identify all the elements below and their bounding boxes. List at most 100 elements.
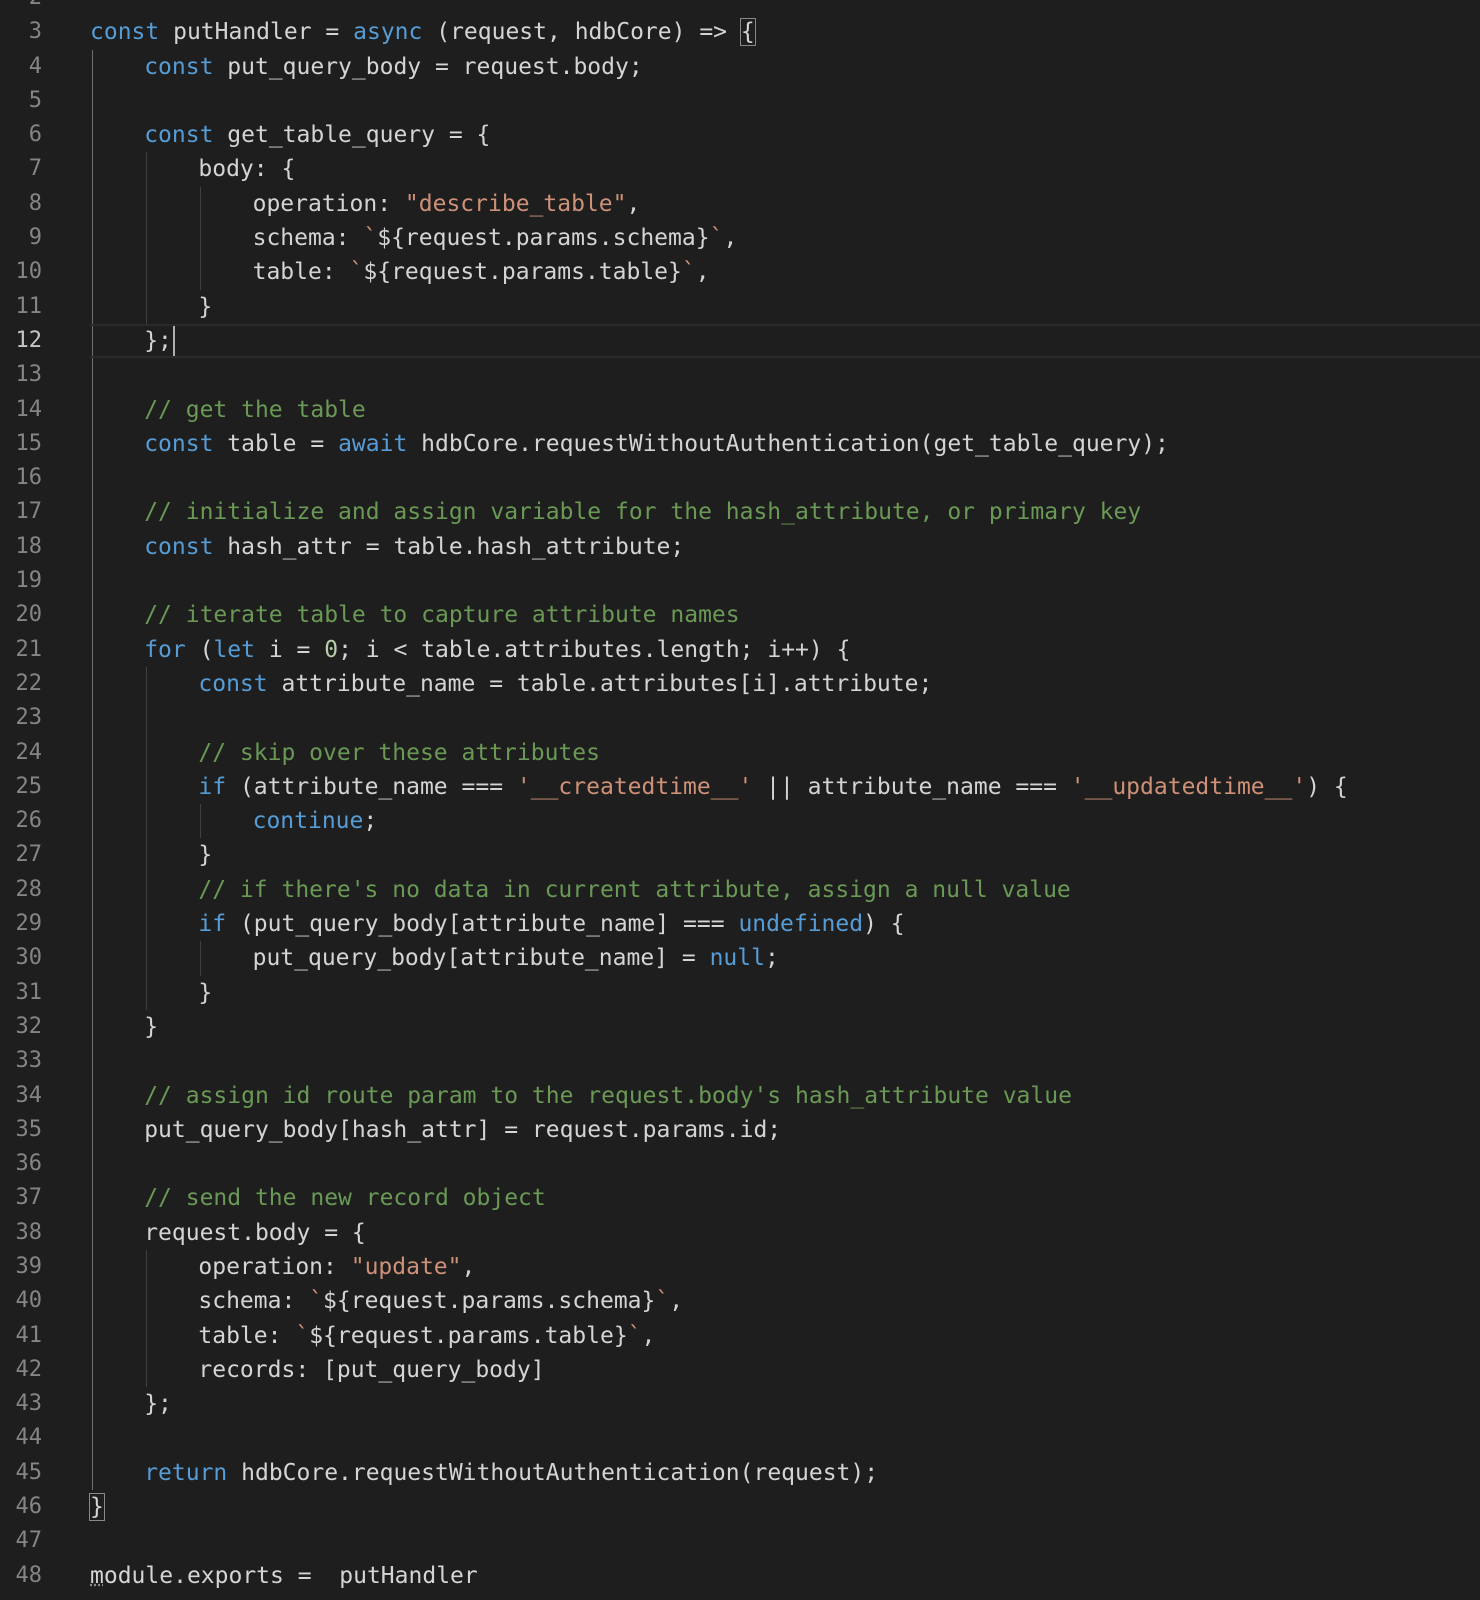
code-line[interactable]: 17 // initialize and assign variable for …	[0, 495, 1480, 530]
code-line[interactable]: 18 const hash_attr = table.hash_attribute…	[0, 529, 1480, 565]
line-number: 6	[28, 122, 42, 148]
indent-guide	[146, 804, 148, 839]
code-text: }	[89, 1493, 105, 1522]
code-line[interactable]: 12};	[0, 323, 1480, 359]
code-line[interactable]: 28 // if there's no data in current attri…	[0, 872, 1480, 908]
code-line[interactable]: 42 records: [put_query_body]	[0, 1352, 1480, 1388]
code-line[interactable]: 21 for (let i = 0; i < table.attributes.l…	[0, 632, 1480, 667]
code-line[interactable]: 22 const attribute_name = table.attribute…	[0, 666, 1480, 702]
code-line[interactable]: 14 // get the table	[0, 392, 1480, 427]
code-line[interactable]: 38 request.body = {	[0, 1215, 1480, 1250]
code-line[interactable]: 33	[0, 1044, 1480, 1079]
code-line[interactable]: 40 schema: `${request.params.schema}`,	[0, 1284, 1480, 1319]
indent-guide	[146, 1249, 148, 1285]
code-text: table: `${request.params.table}`,	[252, 259, 710, 286]
code-line[interactable]: 47	[0, 1524, 1480, 1558]
indent-guide	[146, 975, 148, 1010]
code-line[interactable]: 31}	[0, 975, 1480, 1010]
code-line[interactable]: 44	[0, 1421, 1480, 1456]
indent-guide	[92, 1112, 93, 1148]
code-line[interactable]: 45 return hdbCore.requestWithoutAuthentic…	[0, 1455, 1480, 1491]
indent-guide	[92, 1044, 93, 1079]
indent-guide	[92, 529, 93, 565]
code-line[interactable]: 37 // send the new record object	[0, 1181, 1480, 1216]
line-number: 39	[15, 1253, 43, 1279]
code-line[interactable]: 5	[0, 83, 1480, 119]
code-line[interactable]: 46}	[0, 1490, 1480, 1524]
indent-guide	[146, 152, 148, 187]
code-line[interactable]: 23	[0, 701, 1480, 736]
line-number: 28	[15, 876, 43, 902]
code-line[interactable]: 29 if (put_query_body[attribute_name] ===…	[0, 907, 1480, 942]
code-line[interactable]: 39 operation: "update",	[0, 1249, 1480, 1285]
code-line[interactable]: 16	[0, 461, 1480, 496]
code-line[interactable]: 24 // skip over these attributes	[0, 735, 1480, 770]
code-line[interactable]: 26 continue;	[0, 804, 1480, 839]
indent-guide	[92, 186, 93, 222]
code-line[interactable]: 4 const put_query_body = request.body;	[0, 49, 1480, 84]
code-line[interactable]: 36	[0, 1147, 1480, 1182]
indent-guide	[92, 1147, 93, 1182]
indent-guide	[92, 872, 93, 908]
indent-guide	[146, 1318, 148, 1353]
line-number: 11	[15, 293, 43, 319]
code-text: // get the table	[144, 396, 366, 423]
code-line[interactable]: 11}	[0, 289, 1480, 324]
code-line[interactable]: 13	[0, 358, 1480, 393]
code-line[interactable]: 8 operation: "describe_table",	[0, 186, 1480, 222]
indent-guide	[146, 221, 148, 256]
indent-guide	[146, 941, 148, 976]
indent-guide	[92, 1078, 93, 1113]
code-text: }	[144, 1013, 159, 1040]
code-line[interactable]: 25 if (attribute_name === '__createdtime_…	[0, 769, 1480, 805]
code-line[interactable]: 48 module.exports = putHandler	[0, 1559, 1480, 1593]
code-text: schema: `${request.params.schema}`,	[252, 225, 738, 252]
code-line[interactable]: 7 body: {	[0, 152, 1480, 187]
code-text: for (let i = 0; i < table.attributes.len…	[144, 636, 851, 663]
line-number: 45	[15, 1459, 43, 1485]
line-number: 31	[15, 979, 43, 1005]
line-number: 18	[15, 533, 43, 559]
indent-guide	[92, 564, 93, 599]
indent-guide	[146, 769, 148, 805]
line-number: 27	[15, 842, 43, 868]
code-lines: 23const putHandler = async (request, hdb…	[0, 0, 1480, 1593]
code-text: put_query_body[hash_attr] = request.para…	[144, 1116, 782, 1143]
code-line[interactable]: 2	[0, 0, 1480, 15]
code-line[interactable]: 10 table: `${request.params.table}`,	[0, 255, 1480, 290]
indent-guide	[92, 495, 93, 530]
line-number: 13	[15, 362, 43, 388]
line-number: 8	[28, 190, 42, 216]
code-editor[interactable]: 23const putHandler = async (request, hdb…	[0, 0, 1480, 1600]
code-text: table: `${request.params.table}`,	[198, 1322, 656, 1349]
indent-guide	[92, 49, 93, 84]
code-line[interactable]: 32}	[0, 1009, 1480, 1045]
code-line[interactable]: 27}	[0, 838, 1480, 873]
code-line[interactable]: 43};	[0, 1387, 1480, 1422]
indent-guide	[146, 701, 148, 736]
indent-guide	[200, 221, 202, 256]
code-line[interactable]: 35 put_query_body[hash_attr] = request.pa…	[0, 1112, 1480, 1148]
line-number: 46	[15, 1494, 43, 1520]
code-line[interactable]: 19	[0, 564, 1480, 599]
indent-guide	[200, 941, 202, 976]
line-number: 25	[15, 773, 43, 799]
code-line[interactable]: 6 const get_table_query = {	[0, 118, 1480, 153]
code-text: }	[198, 293, 213, 320]
line-number: 24	[15, 739, 43, 765]
code-text: const get_table_query = {	[144, 122, 491, 149]
code-line[interactable]: 15 const table = await hdbCore.requestWit…	[0, 426, 1480, 462]
line-number: 34	[15, 1082, 43, 1108]
code-text: if (attribute_name === '__createdtime__'…	[198, 773, 1348, 800]
line-number: 12	[15, 327, 43, 353]
indent-guide	[92, 1284, 93, 1319]
code-line[interactable]: 41 table: `${request.params.table}`,	[0, 1318, 1480, 1353]
line-number: 35	[15, 1116, 43, 1142]
indent-guide	[146, 666, 148, 702]
code-text: // if there's no data in current attribu…	[198, 876, 1071, 903]
code-line[interactable]: 3 const putHandler = async (request, hdbC…	[0, 15, 1480, 49]
code-line[interactable]: 30 put_query_body[attribute_name] = null;	[0, 941, 1480, 976]
code-line[interactable]: 20 // iterate table to capture attribute …	[0, 598, 1480, 633]
code-line[interactable]: 9 schema: `${request.params.schema}`,	[0, 221, 1480, 256]
code-line[interactable]: 34 // assign id route param to the reques…	[0, 1078, 1480, 1113]
